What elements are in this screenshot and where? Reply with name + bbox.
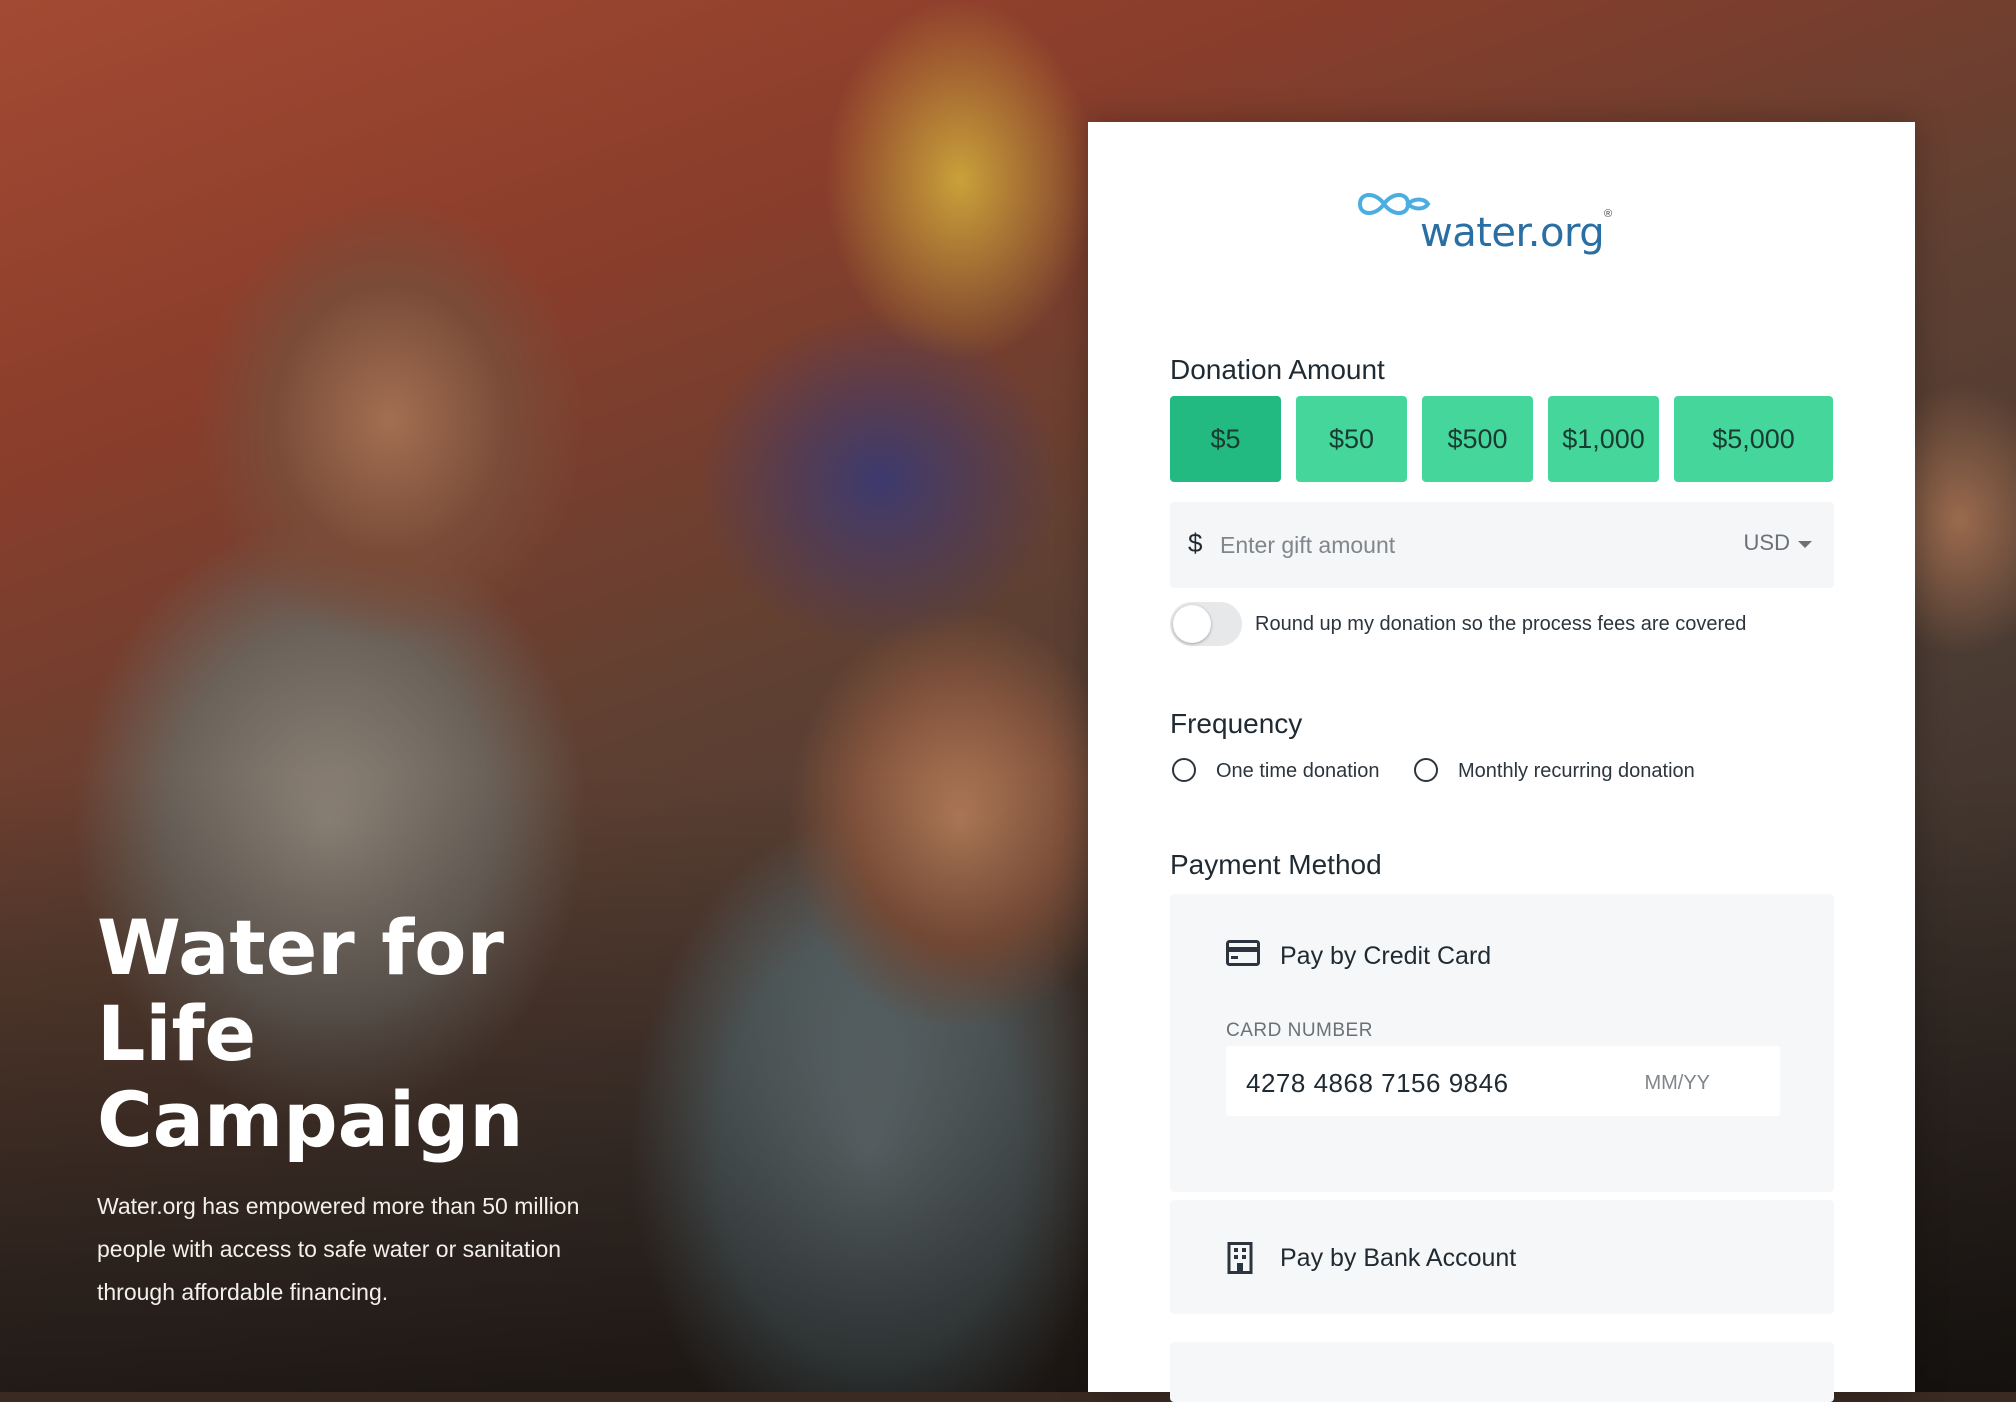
radio-label-one-time: One time donation <box>1216 760 1380 782</box>
campaign-intro: Water for Life Campaign Water.org has em… <box>97 905 617 1314</box>
water-org-logo[interactable]: water.org ® <box>1354 184 1614 264</box>
card-number-value: 4278 4868 7156 9846 <box>1246 1068 1509 1098</box>
credit-card-title: Pay by Credit Card <box>1280 942 1492 970</box>
campaign-title-line3: Campaign <box>97 1075 524 1164</box>
currency-select[interactable]: USD <box>1744 530 1812 556</box>
payment-method-heading: Payment Method <box>1170 849 1382 880</box>
donation-amount-heading: Donation Amount <box>1170 354 1385 385</box>
donation-card: water.org ® Donation Amount $5 $50 $500 … <box>1088 122 1915 1402</box>
roundup-toggle[interactable] <box>1170 602 1242 646</box>
frequency-heading: Frequency <box>1170 708 1303 739</box>
bank-account-title: Pay by Bank Account <box>1280 1244 1517 1272</box>
campaign-title: Water for Life Campaign <box>97 905 617 1163</box>
radio-monthly[interactable] <box>1414 758 1438 782</box>
campaign-title-line1: Water for <box>97 903 504 992</box>
payment-option-panel[interactable] <box>1170 1342 1834 1402</box>
caret-down-icon <box>1798 540 1812 548</box>
amount-button-5000[interactable]: $5,000 <box>1674 396 1833 482</box>
amount-button-1000[interactable]: $1,000 <box>1548 396 1659 482</box>
campaign-title-line2: Life <box>97 989 257 1078</box>
amount-button-500[interactable]: $500 <box>1422 396 1533 482</box>
card-number-field[interactable]: 4278 4868 7156 9846 MM/YY <box>1226 1046 1780 1116</box>
registered-mark: ® <box>1604 208 1613 220</box>
radio-label-monthly: Monthly recurring donation <box>1458 760 1695 782</box>
toggle-knob <box>1173 605 1211 643</box>
campaign-description: Water.org has empowered more than 50 mil… <box>97 1193 580 1305</box>
card-number-label: CARD NUMBER <box>1226 1020 1373 1041</box>
amount-button-5[interactable]: $5 <box>1170 396 1281 482</box>
expiry-placeholder[interactable]: MM/YY <box>1644 1072 1710 1095</box>
roundup-label: Round up my donation so the process fees… <box>1255 613 1747 635</box>
bank-account-panel[interactable]: Pay by Bank Account <box>1170 1200 1834 1314</box>
amount-button-50[interactable]: $50 <box>1296 396 1407 482</box>
currency-select-label: USD <box>1743 530 1790 555</box>
logo-wordmark: water.org <box>1420 210 1605 256</box>
currency-symbol: $ <box>1188 528 1203 558</box>
gift-amount-input[interactable] <box>1218 524 1702 566</box>
credit-card-icon <box>1226 940 1260 966</box>
radio-one-time[interactable] <box>1172 758 1196 782</box>
bank-building-icon <box>1227 1242 1253 1274</box>
gift-amount-field: $ USD <box>1170 502 1834 588</box>
credit-card-panel[interactable]: Pay by Credit Card CARD NUMBER 4278 4868… <box>1170 894 1834 1192</box>
